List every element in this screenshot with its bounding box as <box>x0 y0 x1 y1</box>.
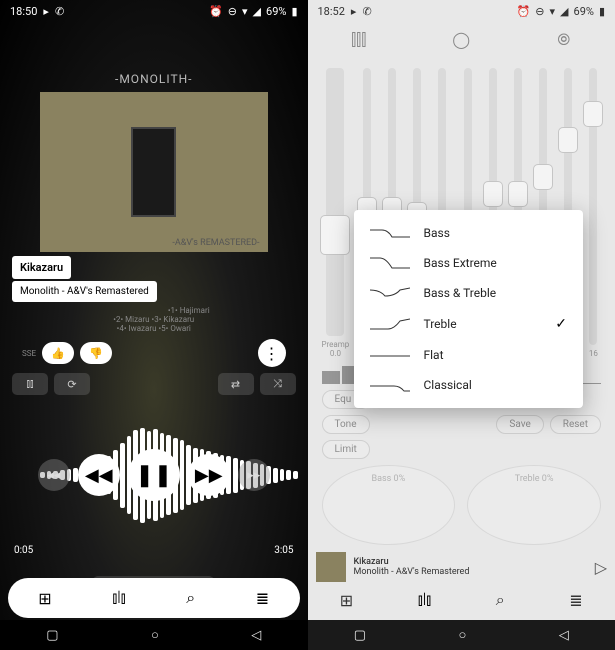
player-screen: 18:50 ▸ ✆ ⏰ ⊖ ▾ ◢ 69% ▮ -MONOLITH- -A&V'… <box>0 0 308 650</box>
album-brand-text: -A&V's REMASTERED- <box>172 238 259 248</box>
wifi-icon: ▾ <box>550 5 556 18</box>
save-button[interactable]: Save <box>496 415 543 434</box>
nav-equalizer[interactable]: ⫾∣⫾ <box>112 588 125 608</box>
prev-track-button[interactable]: ◂◂ <box>38 459 70 491</box>
battery-icon: ▮ <box>599 5 605 18</box>
battery-icon: ▮ <box>291 5 297 18</box>
rewind-button[interactable]: ◀◀ <box>78 454 120 496</box>
preset-label: Classical <box>424 378 568 392</box>
preset-label: Bass Extreme <box>424 256 568 270</box>
alarm-icon: ⏰ <box>209 5 223 18</box>
android-recents[interactable]: ▢ <box>354 628 366 643</box>
clock: 18:50 <box>10 5 37 18</box>
shuffle-button[interactable]: ⤨ <box>260 373 296 395</box>
nav-queue[interactable]: ≣ <box>256 589 269 608</box>
preset-item-classical[interactable]: Classical <box>354 370 584 400</box>
sse-label: SSE <box>22 349 36 358</box>
clock: 18:52 <box>318 5 345 18</box>
preset-label: Treble <box>424 317 542 331</box>
nav-library[interactable]: ⊞ <box>38 589 51 608</box>
preset-curve-icon <box>370 348 410 362</box>
preset-item-flat[interactable]: Flat <box>354 340 584 370</box>
bass-knob[interactable]: Bass 0% <box>322 465 456 545</box>
preset-curve-icon <box>370 317 410 331</box>
next-track-button[interactable]: ▸▸ <box>238 459 270 491</box>
android-nav: ▢ ○ ◁ <box>308 620 615 650</box>
preset-item-bass[interactable]: Bass <box>354 218 584 248</box>
treble-knob[interactable]: Treble 0% <box>467 465 601 545</box>
preamp-slider[interactable] <box>326 68 344 336</box>
time-elapsed: 0:05 <box>14 545 33 556</box>
whatsapp-icon: ✆ <box>55 5 64 18</box>
album-header-title: -MONOLITH- <box>30 72 278 86</box>
preset-curve-icon <box>370 256 410 270</box>
preset-item-treble[interactable]: Treble ✓ <box>354 308 584 340</box>
limit-toggle-button[interactable]: Limit <box>322 440 370 459</box>
equalizer-screen: 18:52 ▸ ✆ ⏰ ⊖ ▾ ◢ 69% ▮ ⫿⫿⫿ ◯ ⦾ Preamp 0… <box>308 0 615 650</box>
visualizer-button[interactable]: ⫾⫾ <box>12 373 48 395</box>
track-title[interactable]: Kikazaru <box>12 256 71 279</box>
android-back[interactable]: ◁ <box>559 628 569 643</box>
nav-search[interactable]: ⌕ <box>496 590 505 610</box>
bottom-nav: ⊞ ⫾∣⫾ ⌕ ≣ <box>8 578 300 618</box>
nav-search[interactable]: ⌕ <box>186 588 195 608</box>
mini-album-art <box>316 552 346 582</box>
tab-equalizer-icon[interactable]: ⫿⫿⫿ <box>334 30 384 50</box>
waveform-seek[interactable]: ◂◂ ◀◀ ❚❚ ▶▶ ▸▸ <box>0 405 308 545</box>
wifi-icon: ▾ <box>242 5 248 18</box>
eq-tabs: ⫿⫿⫿ ◯ ⦾ <box>308 22 615 58</box>
play-indicator-icon: ▸ <box>351 5 357 18</box>
thumbs-down-button[interactable]: 👎 <box>80 342 112 364</box>
preset-popup: Bass Bass Extreme Bass & Treble Treble ✓ Flat… <box>354 210 584 408</box>
preset-item-bass-treble[interactable]: Bass & Treble <box>354 278 584 308</box>
battery-text: 69% <box>574 5 594 18</box>
time-total: 3:05 <box>274 545 293 556</box>
preset-label: Bass <box>424 226 568 240</box>
mini-track-title: Kikazaru <box>354 557 587 567</box>
mini-album-title: Monolith - A&V's Remastered <box>354 567 587 577</box>
android-recents[interactable]: ▢ <box>46 628 58 643</box>
check-icon: ✓ <box>555 316 567 332</box>
android-home[interactable]: ○ <box>151 627 159 643</box>
sleep-timer-button[interactable]: ⟳ <box>54 373 90 395</box>
tone-toggle-button[interactable]: Tone <box>322 415 370 434</box>
nav-library[interactable]: ⊞ <box>340 591 353 610</box>
alarm-icon: ⏰ <box>517 5 531 18</box>
repeat-button[interactable]: ⇄ <box>218 373 254 395</box>
preset-label: Flat <box>424 348 568 362</box>
preset-curve-icon <box>370 226 410 240</box>
album-subtitle[interactable]: Monolith - A&V's Remastered <box>12 281 157 302</box>
nav-queue[interactable]: ≣ <box>569 591 582 610</box>
status-bar: 18:52 ▸ ✆ ⏰ ⊖ ▾ ◢ 69% ▮ <box>308 0 615 22</box>
dnd-icon: ⊖ <box>228 5 237 18</box>
tab-volume-icon[interactable]: ◯ <box>436 30 486 50</box>
thumbs-up-button[interactable]: 👍 <box>42 342 74 364</box>
android-nav: ▢ ○ ◁ <box>0 620 308 650</box>
preset-label: Bass & Treble <box>424 286 568 300</box>
album-art[interactable]: -A&V's REMASTERED- <box>40 92 268 252</box>
tab-reverb-icon[interactable]: ⦾ <box>539 30 589 50</box>
dnd-icon: ⊖ <box>535 5 544 18</box>
forward-button[interactable]: ▶▶ <box>188 454 230 496</box>
status-bar: 18:50 ▸ ✆ ⏰ ⊖ ▾ ◢ 69% ▮ <box>0 0 308 22</box>
signal-icon: ◢ <box>253 5 261 18</box>
preset-curve-icon <box>370 286 410 300</box>
mini-player[interactable]: Kikazaru Monolith - A&V's Remastered ▷ <box>316 552 608 582</box>
signal-icon: ◢ <box>560 5 568 18</box>
tracklist: •1• Hajimari •2• Mizaru •3• Kikazaru •4•… <box>0 306 308 333</box>
reset-button[interactable]: Reset <box>550 415 601 434</box>
whatsapp-icon: ✆ <box>362 5 371 18</box>
bottom-nav: ⊞ ⫾∣⫾ ⌕ ≣ <box>308 582 615 618</box>
play-indicator-icon: ▸ <box>43 5 49 18</box>
preset-curve-icon <box>370 378 410 392</box>
band-slider[interactable] <box>589 68 597 345</box>
play-pause-button[interactable]: ❚❚ <box>128 449 180 501</box>
battery-text: 69% <box>266 5 286 18</box>
android-home[interactable]: ○ <box>458 627 466 643</box>
android-back[interactable]: ◁ <box>251 628 261 643</box>
mini-play-button[interactable]: ▷ <box>595 558 607 577</box>
more-button[interactable]: ⋮ <box>258 339 286 367</box>
nav-equalizer[interactable]: ⫾∣⫾ <box>418 590 431 610</box>
preset-item-bass-extreme[interactable]: Bass Extreme <box>354 248 584 278</box>
